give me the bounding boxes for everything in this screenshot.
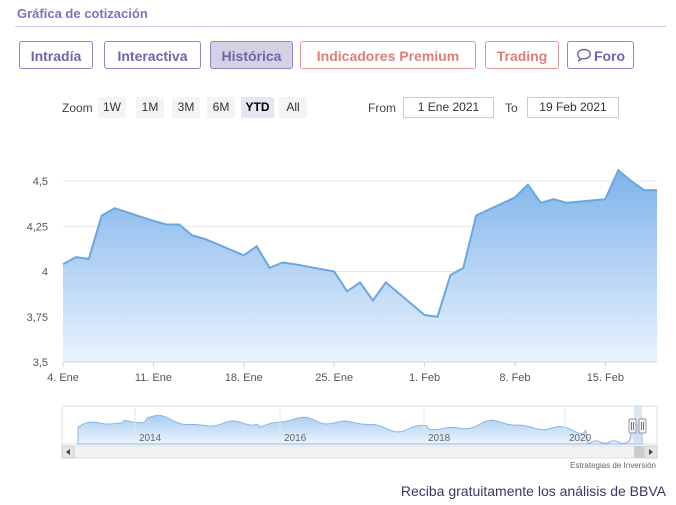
price-area [63, 170, 657, 362]
y-tick-label: 4,25 [27, 221, 48, 233]
scrollbar-thumb[interactable] [634, 446, 644, 458]
y-axis-labels: 3,5 3,75 4 4,25 4,5 [27, 176, 48, 369]
navigator-year-label: 2014 [139, 433, 162, 444]
navigator-year-label: 2016 [284, 433, 307, 444]
y-tick-label: 3,5 [33, 357, 48, 369]
x-tick-label: 18. Ene [225, 372, 263, 384]
horizontal-scrollbar[interactable] [61, 445, 658, 459]
promo-text[interactable]: Reciba gratuitamente los análisis de BBV… [401, 483, 666, 499]
navigator-handle-right[interactable] [638, 418, 647, 434]
y-tick-label: 4 [42, 267, 48, 279]
x-tick-label: 4. Ene [47, 372, 79, 384]
x-tick-label: 8. Feb [499, 372, 530, 384]
x-tick-label: 25. Ene [315, 372, 353, 384]
x-tick-label: 15. Feb [587, 372, 624, 384]
y-tick-label: 4,5 [33, 176, 48, 188]
navigator-year-label: 2020 [569, 433, 592, 444]
price-chart: 3,5 3,75 4 4,25 4,5 4. Ene 11. Ene 18. Ene 25. … [27, 168, 658, 459]
chart-credit[interactable]: Estrategias de Inversión [570, 461, 656, 470]
navigator-handle-left[interactable] [628, 418, 637, 434]
x-tick-label: 11. Ene [135, 372, 172, 384]
y-tick-label: 3,75 [27, 312, 48, 324]
x-axis-labels: 4. Ene 11. Ene 18. Ene 25. Ene 1. Feb 8. Feb 1… [47, 361, 657, 384]
x-tick-label: 1. Feb [409, 372, 440, 384]
navigator[interactable]: 2014 2016 2018 2020 [61, 405, 658, 445]
navigator-year-label: 2018 [428, 433, 451, 444]
